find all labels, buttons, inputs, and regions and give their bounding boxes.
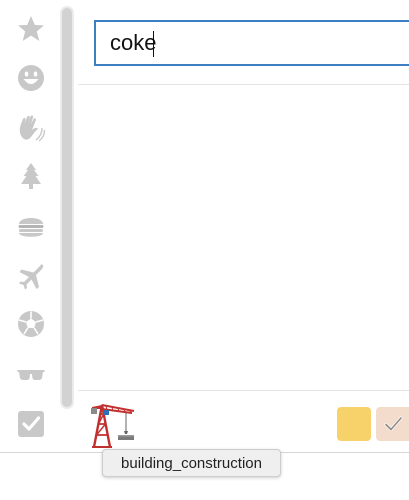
hamburger-icon[interactable] <box>15 210 47 242</box>
star-icon[interactable] <box>15 13 47 45</box>
sunglasses-icon[interactable] <box>15 358 47 390</box>
text-caret <box>153 31 154 57</box>
search-input[interactable] <box>96 22 409 64</box>
search-field[interactable] <box>94 20 409 66</box>
skin-tone-swatch-selected[interactable] <box>376 407 409 441</box>
waving-hands-icon[interactable] <box>15 112 47 144</box>
scrollbar-thumb[interactable] <box>62 8 72 407</box>
emoji-name-tooltip: building_construction <box>102 449 281 477</box>
emoji-picker <box>0 0 409 453</box>
evergreen-tree-icon[interactable] <box>15 160 47 192</box>
category-rail <box>0 0 60 452</box>
check-box-icon[interactable] <box>15 408 47 440</box>
main-pane <box>78 0 409 452</box>
skin-tone-swatch[interactable] <box>337 407 371 441</box>
airplane-icon[interactable] <box>15 260 47 292</box>
tooltip-label: building_construction <box>121 454 262 472</box>
category-scrollbar[interactable] <box>60 6 74 409</box>
preview-bar <box>78 390 409 453</box>
search-results <box>78 85 409 390</box>
building-construction-crane-icon <box>88 397 138 449</box>
smiley-icon[interactable] <box>15 62 47 94</box>
check-icon <box>384 416 403 431</box>
soccer-ball-icon[interactable] <box>15 308 47 340</box>
